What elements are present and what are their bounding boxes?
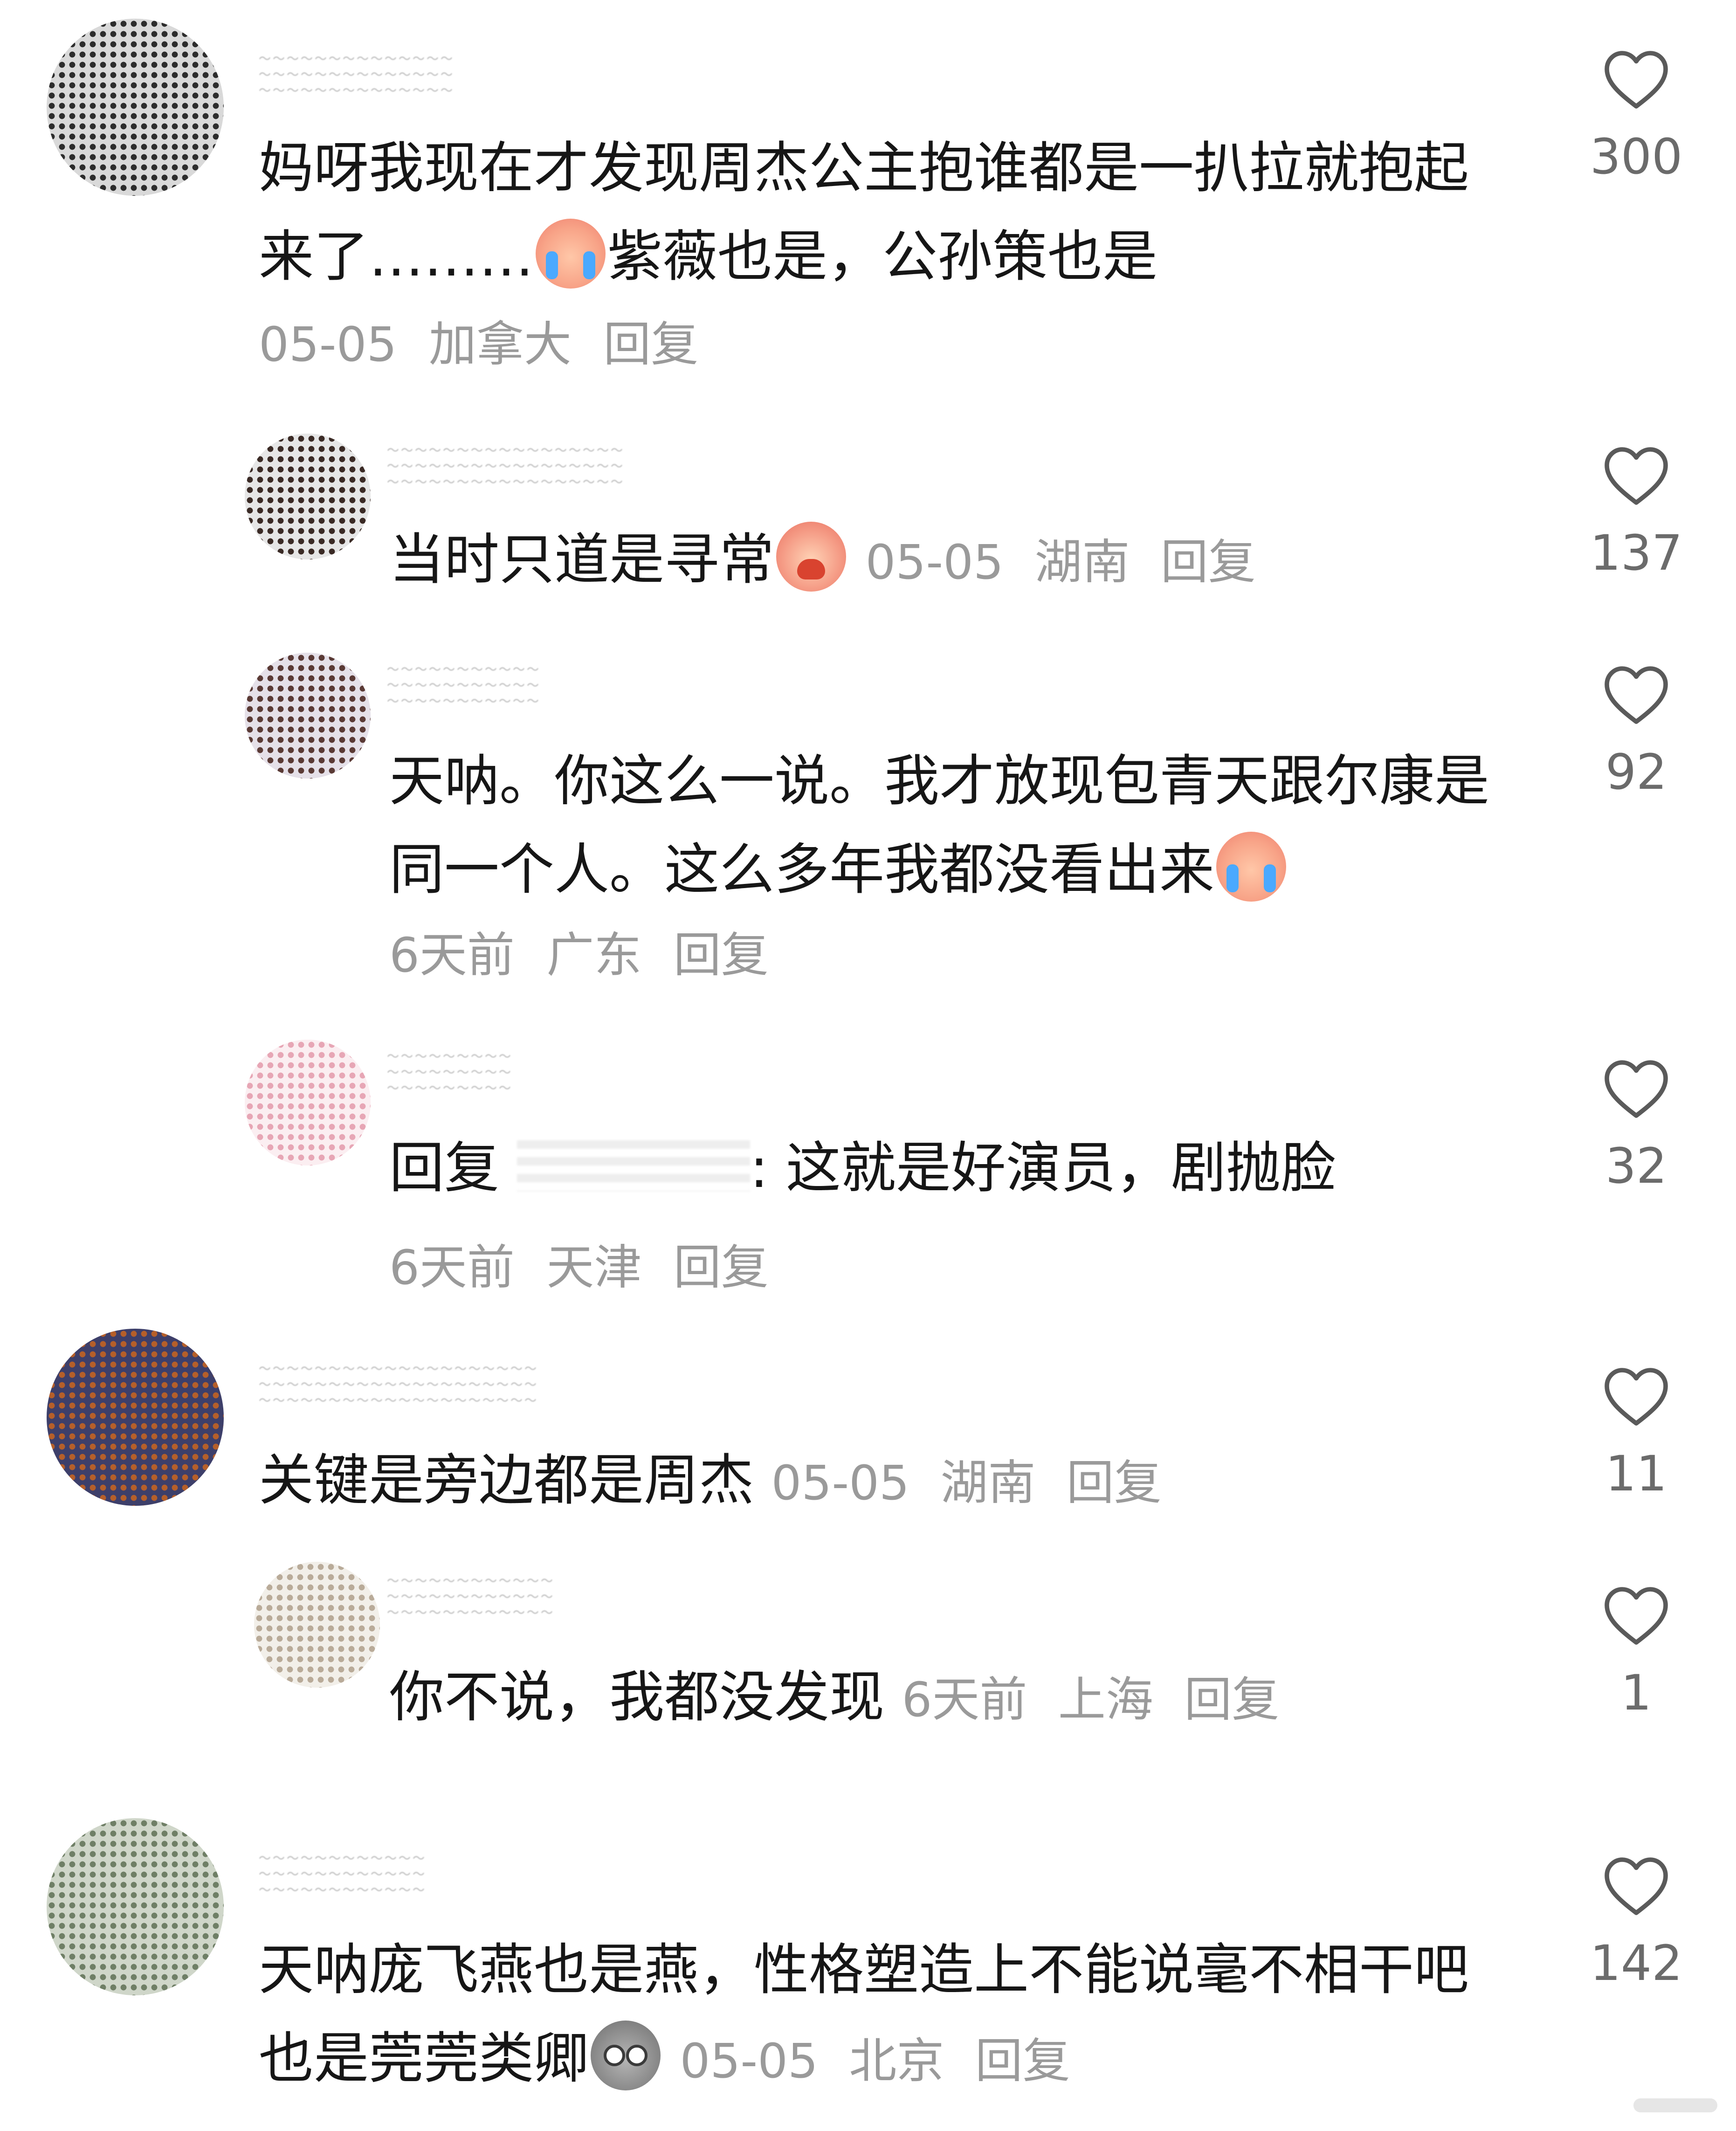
like-count: 142 [1590,1935,1683,1992]
avatar[interactable] [47,1818,224,1995]
reply-comment-2: 〜〜〜〜〜〜〜〜〜〜〜 〜〜〜〜〜〜〜〜〜〜〜 〜〜〜〜〜〜〜〜〜〜〜 天呐。你… [0,639,1736,998]
avatar[interactable] [245,653,371,779]
comment-location: 湖南 [1034,535,1130,590]
reply-button[interactable]: 回复 [674,1240,769,1296]
comment-text-line-2: 同一个人。这么多年我都没看出来 [389,825,1555,914]
comment-text-line-2: 也是莞莞类卿 05-05 北京 回复 [259,2014,1555,2106]
reply-button[interactable]: 回复 [603,317,698,372]
tired-face-emoji [776,522,847,592]
comment-date: 05-05 [865,535,1004,590]
username-obscured[interactable]: 〜〜〜〜〜〜〜〜〜〜〜〜 〜〜〜〜〜〜〜〜〜〜〜〜 〜〜〜〜〜〜〜〜〜〜〜〜 [387,1573,648,1634]
like-button[interactable]: 92 [1566,664,1706,802]
heart-outline-icon[interactable] [1602,664,1671,726]
like-count: 92 [1605,744,1667,800]
crying-face-emoji [536,219,606,289]
like-button[interactable]: 1 [1566,1585,1706,1723]
avatar[interactable] [254,1562,380,1688]
comment-text-line-1: 天呐庞飞燕也是燕，性格塑造上不能说毫不相干吧 [259,1938,1469,2002]
comment-date: 6天前 [389,928,515,983]
comment-meta: 6天前 广东 回复 [389,928,785,984]
heart-outline-icon[interactable] [1602,1366,1671,1428]
reply-button[interactable]: 回复 [975,2034,1070,2089]
reply-comment-4: 〜〜〜〜〜〜〜〜〜〜〜〜 〜〜〜〜〜〜〜〜〜〜〜〜 〜〜〜〜〜〜〜〜〜〜〜〜 你… [0,1548,1736,1758]
like-button[interactable]: 300 [1566,49,1706,187]
comment-2: 〜〜〜〜〜〜〜〜〜〜〜〜〜〜〜〜〜〜〜〜 〜〜〜〜〜〜〜〜〜〜〜〜〜〜〜〜〜〜〜… [0,1319,1736,1538]
like-count: 300 [1590,128,1683,185]
comment-location: 广东 [546,928,642,983]
username-obscured[interactable]: 〜〜〜〜〜〜〜〜〜〜〜〜〜〜〜〜〜 〜〜〜〜〜〜〜〜〜〜〜〜〜〜〜〜〜 〜〜〜〜… [387,443,741,503]
pleading-face-emoji [591,2021,661,2090]
comment-date: 6天前 [902,1672,1027,1728]
comment-meta: 05-05 湖南 回复 [772,1455,1178,1511]
like-count: 1 [1620,1664,1652,1721]
like-button[interactable]: 32 [1566,1058,1706,1196]
comment-date: 6天前 [389,1240,515,1296]
like-count: 11 [1605,1445,1667,1502]
comment-text: 你不说，我都没发现 6天前 上海 回复 [389,1653,1555,1745]
comment-date: 05-05 [680,2034,818,2089]
heart-outline-icon[interactable] [1602,445,1671,507]
reply-comment-1: 〜〜〜〜〜〜〜〜〜〜〜〜〜〜〜〜〜 〜〜〜〜〜〜〜〜〜〜〜〜〜〜〜〜〜 〜〜〜〜… [0,420,1736,620]
scroll-indicator[interactable] [1633,2098,1717,2112]
reply-button[interactable]: 回复 [1161,535,1256,590]
heart-outline-icon[interactable] [1602,49,1671,110]
comment-location: 天津 [546,1240,642,1296]
heart-outline-icon[interactable] [1602,1585,1671,1647]
comment-meta: 05-05 加拿大 回复 [259,317,715,373]
comment-text-line-2: 来了……… 紫薇也是，公孙策也是 [259,212,1555,301]
avatar[interactable] [245,434,371,559]
like-button[interactable]: 142 [1566,1855,1706,1993]
like-button[interactable]: 11 [1566,1366,1706,1504]
reply-comment-3: 〜〜〜〜〜〜〜〜〜 〜〜〜〜〜〜〜〜〜 〜〜〜〜〜〜〜〜〜 回复 : 这就是好演… [0,1026,1736,1315]
reply-button[interactable]: 回复 [674,928,769,983]
username-obscured[interactable]: 〜〜〜〜〜〜〜〜〜〜〜〜 〜〜〜〜〜〜〜〜〜〜〜〜 〜〜〜〜〜〜〜〜〜〜〜〜 [259,1851,520,1911]
comment-text: 妈呀我现在才发现周杰公主抱谁都是一扒拉就抱起 来了……… 紫薇也是，公孙策也是 [259,124,1555,301]
heart-outline-icon[interactable] [1602,1058,1671,1120]
avatar[interactable] [245,1040,371,1165]
avatar[interactable] [47,19,224,196]
comment-text: 当时只道是寻常 05-05 湖南 回复 [389,515,1555,607]
comment-meta: 6天前 上海 回复 [902,1672,1295,1728]
comment-text-line-1: 天呐。你这么一说。我才放现包青天跟尔康是 [389,749,1490,813]
like-count: 137 [1590,524,1683,581]
username-obscured[interactable]: 〜〜〜〜〜〜〜〜〜〜〜〜〜〜 〜〜〜〜〜〜〜〜〜〜〜〜〜〜 〜〜〜〜〜〜〜〜〜〜… [259,51,548,112]
like-button[interactable]: 137 [1566,445,1706,583]
comment-location: 湖南 [940,1455,1036,1511]
avatar[interactable] [47,1329,224,1506]
comment-date: 05-05 [259,317,397,372]
reply-prefix: 回复 [389,1136,500,1200]
comment-text: 关键是旁边都是周杰 05-05 湖南 回复 [259,1436,1555,1528]
username-obscured[interactable]: 〜〜〜〜〜〜〜〜〜〜〜 〜〜〜〜〜〜〜〜〜〜〜 〜〜〜〜〜〜〜〜〜〜〜 [387,662,629,723]
comment-meta: 05-05 北京 回复 [680,2034,1086,2089]
comment-date: 05-05 [771,1455,909,1511]
reply-button[interactable]: 回复 [1067,1455,1162,1511]
crying-face-emoji [1216,832,1287,902]
comment-text: 天呐。你这么一说。我才放现包青天跟尔康是 同一个人。这么多年我都没看出来 [389,737,1555,914]
comment-location: 北京 [849,2034,944,2089]
reply-target-username-obscured[interactable] [517,1140,750,1192]
username-obscured[interactable]: 〜〜〜〜〜〜〜〜〜〜〜〜〜〜〜〜〜〜〜〜 〜〜〜〜〜〜〜〜〜〜〜〜〜〜〜〜〜〜〜… [259,1361,678,1422]
heart-outline-icon[interactable] [1602,1855,1671,1917]
comment-location: 加拿大 [428,317,572,372]
comment-text: 回复 : 这就是好演员，剧抛脸 [389,1136,1336,1200]
comment-meta: 05-05 湖南 回复 [866,535,1272,590]
comment-text: 天呐庞飞燕也是燕，性格塑造上不能说毫不相干吧 也是莞莞类卿 05-05 北京 回… [259,1925,1555,2106]
like-count: 32 [1605,1138,1667,1194]
comment-1: 〜〜〜〜〜〜〜〜〜〜〜〜〜〜 〜〜〜〜〜〜〜〜〜〜〜〜〜〜 〜〜〜〜〜〜〜〜〜〜… [0,0,1736,392]
reply-button[interactable]: 回复 [1184,1672,1279,1728]
comment-meta: 6天前 天津 回复 [389,1240,785,1296]
comment-text-line-1: 妈呀我现在才发现周杰公主抱谁都是一扒拉就抱起 [259,136,1469,200]
username-obscured[interactable]: 〜〜〜〜〜〜〜〜〜 〜〜〜〜〜〜〜〜〜 〜〜〜〜〜〜〜〜〜 [387,1049,583,1110]
comment-location: 上海 [1058,1672,1153,1728]
comment-3: 〜〜〜〜〜〜〜〜〜〜〜〜 〜〜〜〜〜〜〜〜〜〜〜〜 〜〜〜〜〜〜〜〜〜〜〜〜 天… [0,1809,1736,2131]
